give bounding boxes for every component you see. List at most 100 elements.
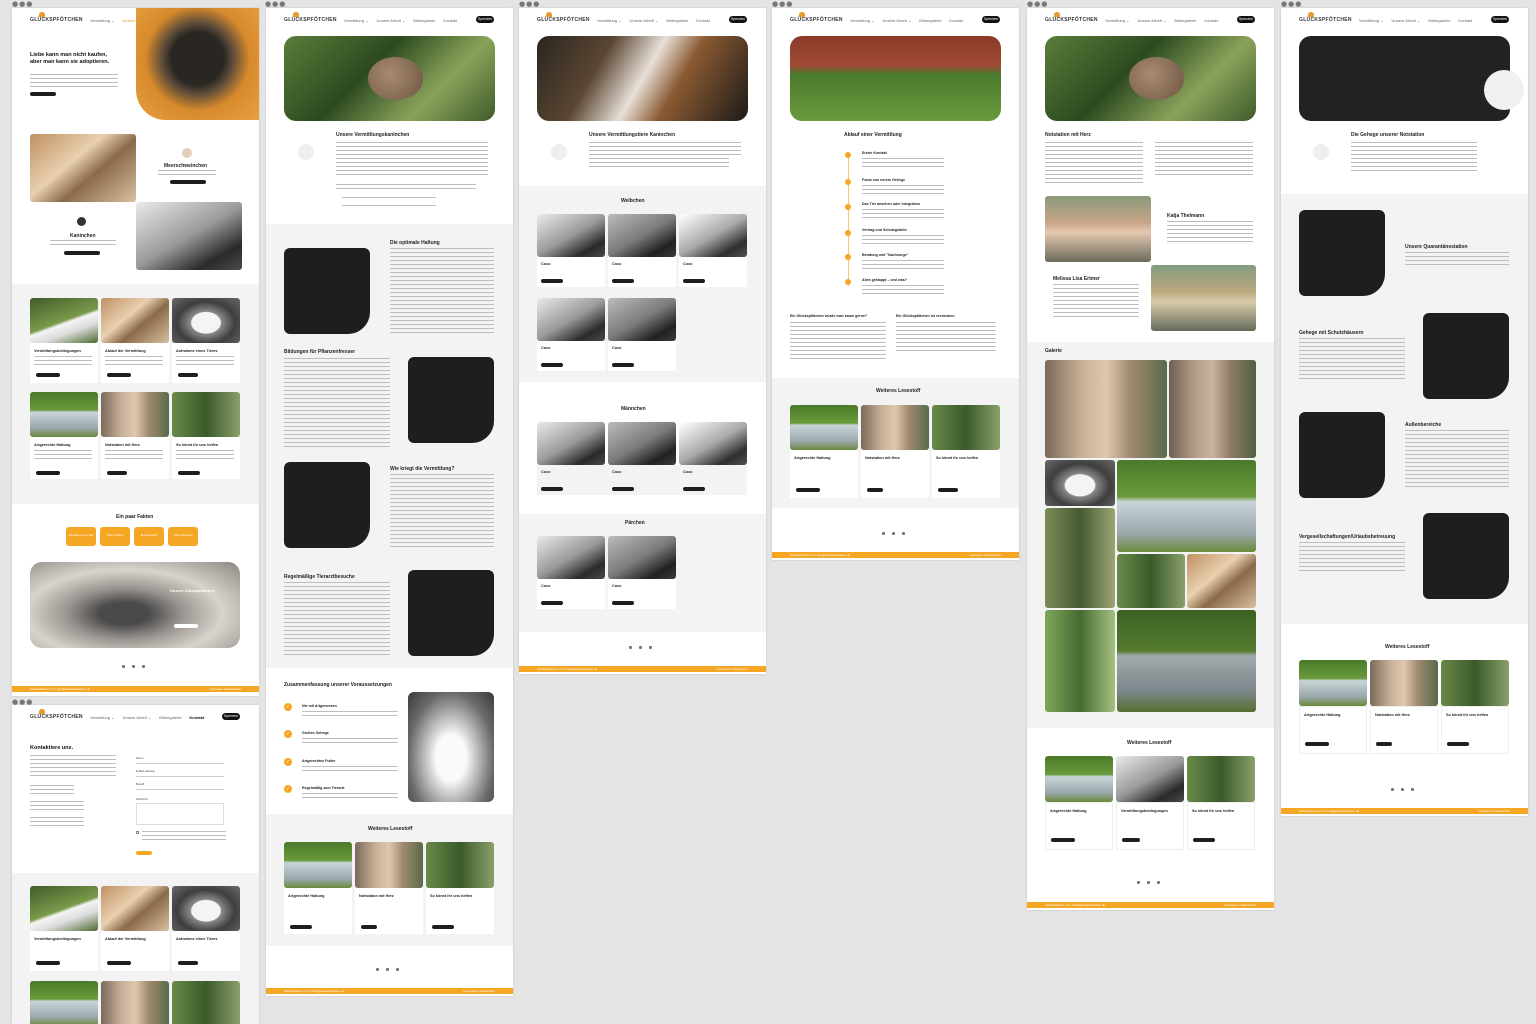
more-card-2[interactable]: Notstation mit Herz [1370, 706, 1438, 754]
email-icon[interactable] [902, 532, 905, 535]
footer-links[interactable]: Impressum | Datenschutz [1224, 903, 1256, 907]
nav-item-unsere-arbeit[interactable]: Unsere Arbeit ⌄ [1137, 18, 1166, 23]
card-button[interactable] [938, 488, 958, 492]
more-card-3[interactable]: So könnt ihr uns helfen [1441, 706, 1509, 754]
gallery-image-7[interactable] [1187, 554, 1256, 608]
animal-button[interactable] [541, 487, 563, 491]
donate-button[interactable]: Spenden [222, 713, 240, 720]
name-field[interactable] [136, 763, 224, 764]
gallery-image-8[interactable] [1045, 610, 1115, 712]
nav-item-vermittlung[interactable]: Vermittlung ⌄ [344, 18, 368, 23]
card-button[interactable] [178, 471, 200, 475]
footer-links[interactable]: Impressum | Datenschutz [463, 989, 495, 993]
email-field[interactable] [136, 776, 224, 777]
nav-item-vermittlung[interactable]: Vermittlung ⌄ [90, 715, 114, 720]
card-ablauf[interactable]: Ablauf der Vermittlung [101, 931, 169, 971]
card-button[interactable] [36, 373, 60, 377]
footer-links[interactable]: Impressum | Datenschutz [209, 687, 241, 691]
card-button[interactable] [1051, 838, 1075, 842]
nav-item-unsere-arbeit[interactable]: Unsere Arbeit ⌄ [1391, 18, 1420, 23]
nav-item-unsere-arbeit[interactable]: Unsere Arbeit ⌄ [882, 18, 911, 23]
logo[interactable]: GLÜCKSPFÖTCHEN [790, 12, 843, 23]
email-icon[interactable] [1157, 881, 1160, 884]
gallery-image-3[interactable] [1045, 460, 1115, 506]
more-card-2[interactable]: Vermittlungsbedingungen [1116, 802, 1184, 850]
more-card-3[interactable]: So könnt ihr uns helfen [1187, 802, 1255, 850]
nav-item-bildergalerie[interactable]: Bildergalerie [666, 18, 688, 23]
animal-image[interactable] [608, 298, 676, 341]
animal-button[interactable] [612, 279, 634, 283]
instagram-icon[interactable] [1147, 881, 1150, 884]
animal-button[interactable] [541, 279, 563, 283]
animal-image[interactable] [608, 536, 676, 579]
subject-field[interactable] [136, 789, 224, 790]
nav-item-unsere-arbeit[interactable]: Unsere Arbeit ⌄ [376, 18, 405, 23]
nav-item-vermittlung[interactable]: Vermittlung ⌄ [90, 18, 114, 23]
card-button[interactable] [361, 925, 377, 929]
nav-item-unsere-arbeit[interactable]: Unsere Arbeit ⌄ [122, 715, 151, 720]
gallery-image-6[interactable] [1117, 554, 1185, 608]
animal-button[interactable] [541, 601, 563, 605]
instagram-icon[interactable] [386, 968, 389, 971]
nav-item-vermittlung[interactable]: Vermittlung ⌄ [597, 18, 621, 23]
facebook-icon[interactable] [1391, 788, 1394, 791]
logo[interactable]: GLÜCKSPFÖTCHEN [537, 12, 590, 23]
nav-item-kontakt[interactable]: Kontakt [696, 18, 710, 23]
nav-item-kontakt[interactable]: Kontakt [1458, 18, 1472, 23]
animal-image[interactable] [608, 214, 676, 257]
instagram-icon[interactable] [132, 665, 135, 668]
privacy-checkbox[interactable] [136, 831, 139, 834]
animal-button[interactable] [683, 279, 705, 283]
facebook-icon[interactable] [629, 646, 632, 649]
gallery-image-4[interactable] [1117, 460, 1256, 552]
card-aufnahme[interactable]: Aufnahme eines Tieres [172, 931, 240, 971]
nav-item-kontakt[interactable]: Kontakt [443, 18, 457, 23]
card-button[interactable] [1193, 838, 1215, 842]
email-icon[interactable] [142, 665, 145, 668]
animal-button[interactable] [612, 601, 634, 605]
email-icon[interactable] [649, 646, 652, 649]
card-button[interactable] [178, 961, 198, 965]
instagram-icon[interactable] [639, 646, 642, 649]
nav-item-unsere-arbeit[interactable]: Unsere Arbeit ⌄ [629, 18, 658, 23]
logo[interactable]: GLÜCKSPFÖTCHEN [1299, 12, 1352, 23]
kaninchen-button[interactable] [64, 251, 100, 255]
card-button[interactable] [107, 373, 131, 377]
card-button[interactable] [36, 471, 60, 475]
nav-item-vermittlung[interactable]: Vermittlung ⌄ [1359, 18, 1383, 23]
gallery-image-9[interactable] [1117, 610, 1256, 712]
footer-links[interactable]: Impressum | Datenschutz [1478, 809, 1510, 813]
nav-item-vermittlung[interactable]: Vermittlung ⌄ [1105, 18, 1129, 23]
donate-button[interactable]: Spenden [729, 16, 747, 23]
facebook-icon[interactable] [882, 532, 885, 535]
facebook-icon[interactable] [1137, 881, 1140, 884]
footer-links[interactable]: Impressum | Datenschutz [969, 553, 1001, 557]
gallery-image-1[interactable] [1045, 360, 1167, 458]
card-button[interactable] [796, 488, 820, 492]
animal-image[interactable] [537, 422, 605, 465]
more-card-1[interactable]: Artgerechte Haltung [1045, 802, 1113, 850]
card-button[interactable] [1376, 742, 1392, 746]
nav-item-bildergalerie[interactable]: Bildergalerie [1174, 18, 1196, 23]
nav-item-bildergalerie[interactable]: Bildergalerie [1428, 18, 1450, 23]
animal-button[interactable] [683, 487, 705, 491]
email-icon[interactable] [1411, 788, 1414, 791]
logo[interactable]: GLÜCKSPFÖTCHEN [1045, 12, 1098, 23]
donate-button[interactable]: Spenden [476, 16, 494, 23]
nav-item-vermittlung[interactable]: Vermittlung ⌄ [850, 18, 874, 23]
gallery-image-2[interactable] [1169, 360, 1256, 458]
logo[interactable]: GLÜCKSPFÖTCHEN [30, 709, 83, 720]
nav-item-bildergalerie[interactable]: Bildergalerie [159, 715, 181, 720]
instagram-icon[interactable] [1401, 788, 1404, 791]
card-button[interactable] [1122, 838, 1140, 842]
card-button[interactable] [107, 961, 131, 965]
logo[interactable]: GLÜCKSPFÖTCHEN [30, 12, 83, 23]
donate-button[interactable]: Spenden [1491, 16, 1509, 23]
nav-item-kontakt[interactable]: Kontakt [1204, 18, 1218, 23]
nav-item-kontakt[interactable]: Kontakt [189, 715, 204, 720]
animal-image[interactable] [537, 298, 605, 341]
gallery-image-5[interactable] [1045, 508, 1115, 608]
animal-image[interactable] [537, 536, 605, 579]
card-button[interactable] [867, 488, 883, 492]
card-button[interactable] [1305, 742, 1329, 746]
